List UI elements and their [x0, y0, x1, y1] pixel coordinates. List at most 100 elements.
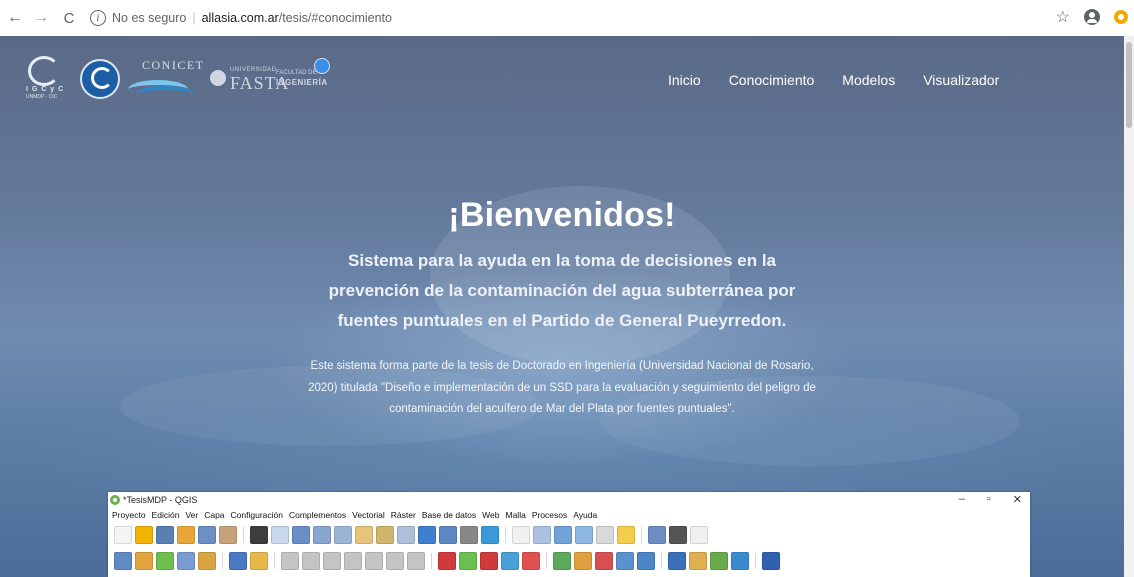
address-bar[interactable]: i No es seguro | allasia.com.ar /tesis/#…	[90, 5, 1100, 31]
menu-malla[interactable]: Malla	[506, 510, 526, 520]
toolbar-tool-icon[interactable]	[355, 526, 373, 544]
toolbar-tool-icon[interactable]	[323, 552, 341, 570]
nav-link-modelos[interactable]: Modelos	[842, 72, 895, 88]
toolbar-tool-icon[interactable]	[114, 552, 132, 570]
toolbar-tool-icon[interactable]	[554, 526, 572, 544]
toolbar-tool-icon[interactable]	[439, 526, 457, 544]
toolbar-tool-icon[interactable]	[229, 552, 247, 570]
back-arrow-icon[interactable]: ←	[4, 7, 26, 29]
menu-complementos[interactable]: Complementos	[289, 510, 346, 520]
toolbar-tool-icon[interactable]	[376, 526, 394, 544]
toolbar-tool-icon[interactable]	[501, 552, 519, 570]
menu-capa[interactable]: Capa	[204, 510, 224, 520]
toolbar-tool-icon[interactable]	[637, 552, 655, 570]
toolbar-tool-icon[interactable]	[250, 552, 268, 570]
toolbar-tool-icon[interactable]	[156, 552, 174, 570]
toolbar-tool-icon[interactable]	[407, 552, 425, 570]
toolbar-tool-icon[interactable]	[418, 526, 436, 544]
toolbar-tool-icon[interactable]	[438, 552, 456, 570]
nav-link-inicio[interactable]: Inicio	[668, 72, 701, 88]
toolbar-tool-icon[interactable]	[731, 552, 749, 570]
hero-title: ¡Bienvenidos!	[448, 196, 676, 234]
toolbar-tool-icon[interactable]	[459, 552, 477, 570]
toolbar-tool-icon[interactable]	[271, 526, 289, 544]
toolbar-tool-icon[interactable]	[533, 526, 551, 544]
person-badge-icon	[314, 58, 330, 74]
toolbar-tool-icon[interactable]	[689, 552, 707, 570]
profile-icon[interactable]	[1084, 9, 1100, 25]
toolbar-tool-icon[interactable]	[762, 552, 780, 570]
faculty-text: INGENIERÍA	[276, 78, 328, 87]
menu-ayuda[interactable]: Ayuda	[573, 510, 597, 520]
institute-circle-logo	[80, 59, 120, 99]
toolbar-tool-icon[interactable]	[386, 552, 404, 570]
toolbar-tool-icon[interactable]	[250, 526, 268, 544]
restore-button[interactable]: ▫	[987, 493, 991, 506]
menu-edicion[interactable]: Edición	[152, 510, 180, 520]
qgis-logo-icon	[110, 495, 120, 505]
toolbar-tool-icon[interactable]	[460, 526, 478, 544]
toolbar-tool-icon[interactable]	[690, 526, 708, 544]
nav-link-conocimiento[interactable]: Conocimiento	[729, 72, 815, 88]
toolbar-tool-icon[interactable]	[365, 552, 383, 570]
menu-proyecto[interactable]: Proyecto	[112, 510, 146, 520]
toolbar-tool-icon[interactable]	[219, 526, 237, 544]
menu-base-de-datos[interactable]: Base de datos	[422, 510, 476, 520]
toolbar-tool-icon[interactable]	[302, 552, 320, 570]
toolbar-tool-icon[interactable]	[292, 526, 310, 544]
menu-raster[interactable]: Ráster	[391, 510, 416, 520]
toolbar-tool-icon[interactable]	[177, 526, 195, 544]
toolbar-tool-icon[interactable]	[281, 552, 299, 570]
qgis-menu-bar: Proyecto Edición Ver Capa Configuración …	[108, 508, 1030, 522]
menu-ver[interactable]: Ver	[185, 510, 198, 520]
toolbar-tool-icon[interactable]	[512, 526, 530, 544]
menu-configuracion[interactable]: Configuración	[231, 510, 283, 520]
browser-toolbar: ← → C i No es seguro | allasia.com.ar /t…	[0, 0, 1134, 36]
toolbar-tool-icon[interactable]	[135, 526, 153, 544]
toolbar-tool-icon[interactable]	[198, 526, 216, 544]
toolbar-tool-icon[interactable]	[669, 526, 687, 544]
faculty-small-text: FACULTAD DE	[276, 70, 317, 76]
toolbar-tool-icon[interactable]	[177, 552, 195, 570]
reload-icon[interactable]: C	[58, 7, 80, 29]
toolbar-separator	[274, 553, 275, 569]
forward-arrow-icon[interactable]: →	[30, 7, 52, 29]
close-button[interactable]: ✕	[1013, 493, 1022, 506]
toolbar-tool-icon[interactable]	[553, 552, 571, 570]
toolbar-tool-icon[interactable]	[596, 526, 614, 544]
toolbar-tool-icon[interactable]	[334, 526, 352, 544]
faculty-logo: FACULTAD DE INGENIERÍA	[276, 56, 350, 102]
info-icon[interactable]: i	[90, 10, 106, 26]
toolbar-tool-icon[interactable]	[648, 526, 666, 544]
toolbar-tool-icon[interactable]	[710, 552, 728, 570]
nav-link-visualizador[interactable]: Visualizador	[923, 72, 999, 88]
minimize-button[interactable]: –	[959, 493, 965, 506]
toolbar-tool-icon[interactable]	[156, 526, 174, 544]
toolbar-tool-icon[interactable]	[135, 552, 153, 570]
toolbar-tool-icon[interactable]	[198, 552, 216, 570]
menu-vectorial[interactable]: Vectorial	[352, 510, 385, 520]
toolbar-tool-icon[interactable]	[397, 526, 415, 544]
toolbar-tool-icon[interactable]	[595, 552, 613, 570]
toolbar-tool-icon[interactable]	[668, 552, 686, 570]
toolbar-tool-icon[interactable]	[522, 552, 540, 570]
security-label: No es seguro	[112, 11, 187, 25]
extension-icon[interactable]	[1114, 10, 1128, 24]
toolbar-tool-icon[interactable]	[574, 552, 592, 570]
toolbar-tool-icon[interactable]	[575, 526, 593, 544]
scrollbar-thumb[interactable]	[1126, 42, 1132, 128]
toolbar-separator	[661, 553, 662, 569]
iccyc-subtext: UNMDP · CIC	[26, 94, 58, 100]
toolbar-tool-icon[interactable]	[481, 526, 499, 544]
toolbar-tool-icon[interactable]	[344, 552, 362, 570]
star-icon[interactable]: ☆	[1056, 7, 1070, 27]
toolbar-tool-icon[interactable]	[617, 526, 635, 544]
toolbar-tool-icon[interactable]	[480, 552, 498, 570]
toolbar-tool-icon[interactable]	[114, 526, 132, 544]
menu-web[interactable]: Web	[482, 510, 499, 520]
qgis-toolbar-file	[108, 522, 1030, 548]
toolbar-tool-icon[interactable]	[616, 552, 634, 570]
toolbar-tool-icon[interactable]	[313, 526, 331, 544]
qgis-toolbar-layers	[108, 548, 1030, 574]
menu-procesos[interactable]: Procesos	[532, 510, 567, 520]
